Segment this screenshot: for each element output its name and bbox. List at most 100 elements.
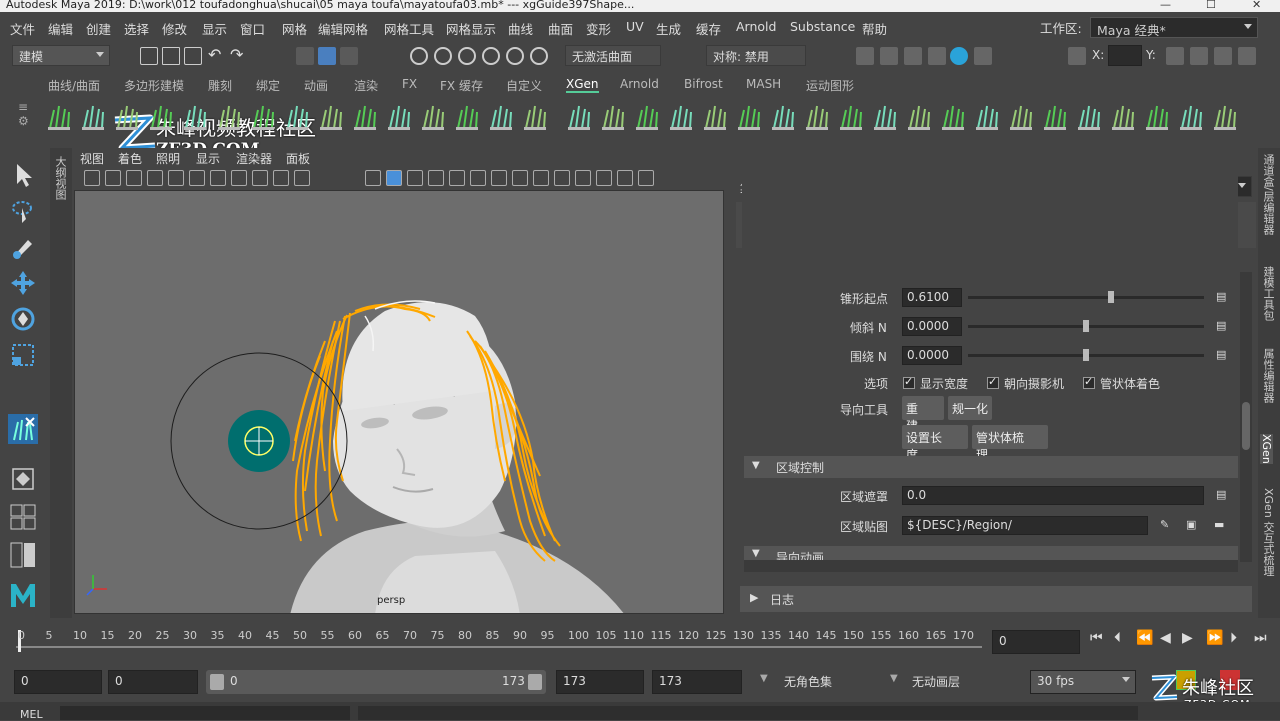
tilt-n-slider[interactable] <box>968 320 1204 332</box>
fps-select[interactable]: 30 fps <box>1030 670 1136 694</box>
shelf-tab[interactable]: 运动图形 <box>806 77 854 94</box>
taper-start-slider[interactable] <box>968 291 1204 303</box>
time-slider[interactable]: 0 ⏮ ⏴ ⏪ ◀ ▶ ⏩ ⏵ ⏭ 0 5 10 15 20 25 30 35 40 45 50 55… <box>0 622 1280 660</box>
render-frame-icon[interactable] <box>880 47 898 65</box>
safe-title-icon[interactable] <box>294 170 310 186</box>
width-icon[interactable] <box>1006 100 1036 132</box>
shelf-tab[interactable]: 绑定 <box>256 77 280 94</box>
viewport-menu-item[interactable]: 视图 <box>80 150 104 167</box>
tilt-n-field[interactable]: 0.0000 <box>902 317 962 336</box>
wireframe-icon[interactable] <box>365 170 381 186</box>
resolution-gate-icon[interactable] <box>210 170 226 186</box>
length-icon[interactable] <box>972 100 1002 132</box>
attribute-editor-tab[interactable]: 属性编辑器 <box>1260 348 1276 403</box>
modeling-toolkit-tab[interactable]: 建模工具包 <box>1260 266 1276 321</box>
sculpt-guide-icon[interactable] <box>350 100 380 132</box>
film-gate-icon[interactable] <box>189 170 205 186</box>
outliner-tab[interactable]: 大纲视图 <box>52 156 68 200</box>
xgen-tab[interactable]: XGen <box>1260 434 1273 464</box>
add-guide-icon[interactable] <box>146 100 176 132</box>
xgen-groom-tab[interactable]: XGen 交互式梳理 <box>1260 488 1276 576</box>
region-mask-field[interactable]: 0.0 <box>902 486 1204 505</box>
character-set-select[interactable]: 无角色集 <box>778 670 878 694</box>
lasso-tool-icon[interactable] <box>8 196 38 226</box>
part-icon[interactable] <box>904 100 934 132</box>
command-input[interactable] <box>60 706 350 720</box>
shelf-tab[interactable]: 曲线/曲面 <box>48 77 100 94</box>
menu-item[interactable]: 生成 <box>656 19 681 38</box>
around-n-field[interactable]: 0.0000 <box>902 346 962 365</box>
anim-start-field[interactable]: 0 <box>108 670 198 694</box>
grass-3-icon[interactable] <box>564 100 594 132</box>
log-section[interactable]: ▶ 日志 <box>740 586 1252 612</box>
menu-item[interactable]: Substance <box>790 19 855 34</box>
select-tool-icon[interactable] <box>8 160 38 190</box>
clump-icon[interactable] <box>1142 100 1172 132</box>
start-time-field[interactable]: 0 <box>14 670 102 694</box>
modeling-toolkit-icon[interactable] <box>1190 47 1208 65</box>
shelf-tab[interactable]: 多边形建模 <box>124 77 184 94</box>
select-hierarchy-icon[interactable] <box>296 47 314 65</box>
bookmark-icon[interactable] <box>126 170 142 186</box>
menu-item[interactable]: 选择 <box>124 19 149 38</box>
attribute-editor-icon[interactable] <box>1214 47 1232 65</box>
save-scene-icon[interactable] <box>184 47 202 65</box>
dof-icon[interactable] <box>554 170 570 186</box>
add-curve-icon[interactable] <box>598 100 628 132</box>
scale-tool-icon[interactable] <box>8 340 38 370</box>
set-length-button[interactable]: 设置长度... <box>902 425 968 462</box>
channel-box-icon[interactable] <box>1166 47 1184 65</box>
play-back-icon[interactable]: ◀ <box>1160 630 1171 646</box>
map-icon[interactable]: ▤ <box>1216 290 1226 303</box>
step-back-icon[interactable]: ⏪ <box>1136 630 1153 646</box>
step-forward-key-icon[interactable]: ⏵ <box>1230 630 1237 646</box>
shelf-tab[interactable]: 自定义 <box>506 77 542 94</box>
guide-animation-section[interactable]: ▼ 导向动画 <box>744 546 1238 560</box>
region-control-section[interactable]: ▼ 区域控制 <box>744 456 1238 478</box>
shelf-menu-icon[interactable]: ≡ <box>18 100 28 114</box>
shelf-tab[interactable]: Bifrost <box>684 77 723 91</box>
gate-mask-icon[interactable] <box>231 170 247 186</box>
menu-item[interactable]: UV <box>626 19 644 34</box>
channel-box-tab[interactable]: 通道盒/层编辑器 <box>1260 154 1276 235</box>
camera-attr-icon[interactable] <box>105 170 121 186</box>
menu-item[interactable]: Arnold <box>736 19 776 34</box>
normalize-button[interactable]: 规一化 <box>948 396 992 420</box>
menu-item[interactable]: 显示 <box>202 19 227 38</box>
end-time-field[interactable]: 173 <box>652 670 742 694</box>
snap-point-icon[interactable] <box>458 47 476 65</box>
render-settings-icon[interactable] <box>856 47 874 65</box>
xgen-groom-tool-icon[interactable] <box>8 414 38 444</box>
menu-item[interactable]: 网格显示 <box>446 19 496 38</box>
tool-settings-icon[interactable] <box>1238 47 1256 65</box>
face-camera-checkbox[interactable] <box>987 375 999 389</box>
viewport-menu-item[interactable]: 照明 <box>156 150 180 167</box>
go-to-start-icon[interactable]: ⏮ <box>1090 630 1103 646</box>
menu-item[interactable]: 修改 <box>162 19 187 38</box>
snap-surface-icon[interactable] <box>506 47 524 65</box>
ao-icon[interactable] <box>491 170 507 186</box>
shelf-tab[interactable]: XGen <box>566 77 599 93</box>
anim-layer-select[interactable]: 无动画层 <box>906 670 1006 694</box>
undo-icon[interactable]: ↶ <box>208 45 221 64</box>
xray-icon[interactable] <box>449 170 465 186</box>
rotate-tool-icon[interactable] <box>8 304 38 334</box>
groom-icon[interactable] <box>418 100 448 132</box>
rebuild-button[interactable]: 重建... <box>902 396 944 433</box>
select-brush-icon[interactable] <box>870 100 900 132</box>
range-slider[interactable]: 0 173 <box>206 670 546 694</box>
mel-label[interactable]: MEL <box>20 708 43 721</box>
close-icon[interactable]: ✕ <box>1252 0 1261 10</box>
redo-icon[interactable]: ↷ <box>230 45 243 64</box>
menu-item[interactable]: 编辑 <box>48 19 73 38</box>
menu-item[interactable]: 网格工具 <box>384 19 434 38</box>
menu-set-select[interactable]: 建模 <box>12 45 110 66</box>
noise-icon[interactable] <box>802 100 832 132</box>
curl-icon[interactable] <box>768 100 798 132</box>
eye-guide-icon[interactable] <box>248 100 278 132</box>
play-forward-icon[interactable]: ▶ <box>1182 630 1193 646</box>
paint-select-icon[interactable] <box>8 232 38 262</box>
folder-icon[interactable]: ▬ <box>1214 518 1224 531</box>
panel-layout-icon[interactable] <box>638 170 654 186</box>
menu-item[interactable]: 曲面 <box>548 19 573 38</box>
